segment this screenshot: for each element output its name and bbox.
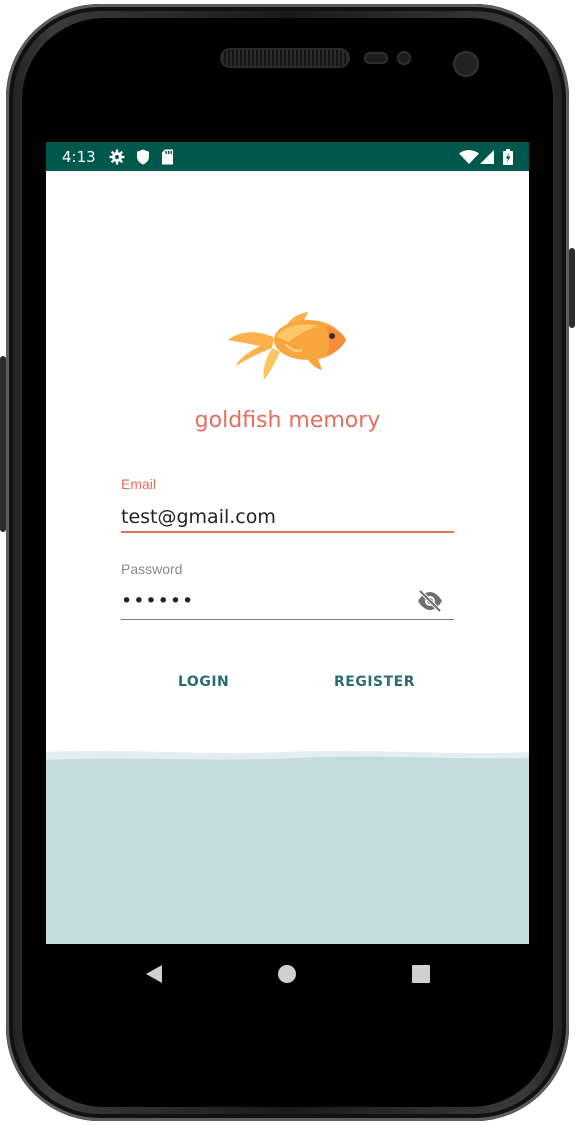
- recents-icon[interactable]: [409, 962, 433, 986]
- app-title: goldfish memory: [194, 408, 381, 433]
- password-label: Password: [121, 561, 183, 577]
- goldfish-logo: [226, 308, 350, 384]
- proximity-sensor: [364, 52, 388, 64]
- password-field[interactable]: [121, 588, 441, 614]
- wifi-icon: [459, 150, 479, 164]
- email-underline: [121, 531, 454, 533]
- nav-bar: [46, 944, 529, 1002]
- volume-button: [0, 356, 6, 532]
- email-field[interactable]: [121, 504, 441, 530]
- water-background: [46, 750, 529, 944]
- app-screen: 4:13 goldfish memory Email test@gmail.co…: [46, 142, 529, 1002]
- home-icon[interactable]: [275, 962, 299, 986]
- eye-off-icon[interactable]: [416, 589, 444, 613]
- password-underline: [121, 619, 454, 620]
- shield-icon: [137, 149, 149, 165]
- earpiece-speaker: [222, 50, 348, 66]
- status-time: 4:13: [62, 148, 96, 166]
- light-sensor: [397, 51, 411, 65]
- front-camera: [453, 51, 479, 77]
- email-label: Email: [121, 476, 157, 492]
- gear-icon: [109, 149, 125, 165]
- power-button: [569, 248, 575, 328]
- login-button[interactable]: LOGIN: [168, 668, 239, 696]
- signal-icon: [480, 150, 494, 164]
- battery-charging-icon: [503, 149, 513, 165]
- register-button[interactable]: REGISTER: [324, 668, 425, 696]
- back-icon[interactable]: [142, 962, 166, 986]
- sd-card-icon: [162, 149, 173, 165]
- status-bar: 4:13: [46, 142, 529, 171]
